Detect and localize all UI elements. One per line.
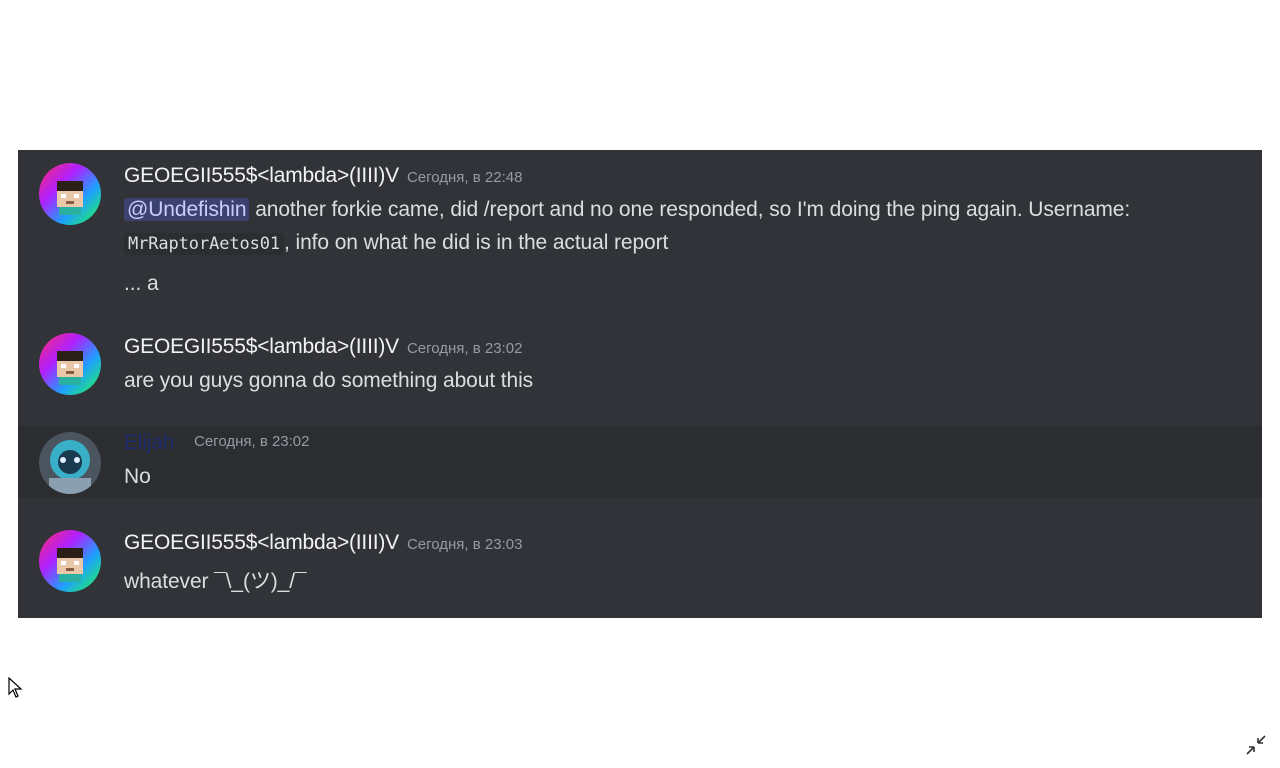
avatar[interactable] — [39, 432, 101, 494]
message-group[interactable]: GEOEGII555$<lambda>(IIII)V Сегодня, в 22:… — [18, 150, 1262, 310]
message-group[interactable]: GEOEGII555$<lambda>(IIII)V Сегодня, в 23:… — [18, 518, 1262, 618]
message-text: No — [124, 465, 151, 488]
timestamp[interactable]: Сегодня, в 22:48 — [407, 169, 523, 186]
author-name[interactable]: Elijah — [124, 431, 174, 454]
message-group[interactable]: GEOEGII555$<lambda>(IIII)V Сегодня, в 23:… — [18, 322, 1262, 422]
chat-message-list: GEOEGII555$<lambda>(IIII)V Сегодня, в 22:… — [18, 150, 1262, 618]
message-text: another forkie came, did /report and no … — [249, 198, 1131, 221]
author-name[interactable]: GEOEGII555$<lambda>(IIII)V — [124, 164, 399, 187]
exit-fullscreen-icon[interactable] — [1244, 733, 1268, 762]
message-text-extra: ... a — [124, 272, 159, 295]
timestamp[interactable]: Сегодня, в 23:02 — [194, 433, 310, 450]
inline-code: MrRaptorAetos01 — [124, 233, 285, 255]
message-text: whatever ¯\_(ツ)_/¯ — [124, 570, 307, 593]
timestamp[interactable]: Сегодня, в 23:02 — [407, 340, 523, 357]
message-text: are you guys gonna do something about th… — [124, 369, 534, 392]
author-header: Elijah — [124, 431, 174, 455]
mouse-pointer-icon — [8, 676, 24, 704]
message-group[interactable]: Сегодня, в 23:02 Elijah No — [18, 426, 1262, 498]
message-header: GEOEGII555$<lambda>(IIII)V Сегодня, в 23:… — [124, 531, 522, 555]
avatar[interactable] — [39, 530, 101, 592]
avatar[interactable] — [39, 163, 101, 225]
author-name[interactable]: GEOEGII555$<lambda>(IIII)V — [124, 531, 399, 554]
message-content-line-2: MrRaptorAetos01, info on what he did is … — [124, 231, 668, 255]
message-header: GEOEGII555$<lambda>(IIII)V Сегодня, в 23:… — [124, 335, 522, 359]
user-mention[interactable]: @Undefishin — [124, 198, 250, 221]
timestamp[interactable]: Сегодня, в 23:03 — [407, 536, 523, 553]
message-header: GEOEGII555$<lambda>(IIII)V Сегодня, в 22:… — [124, 164, 522, 188]
message-text: , info on what he did is in the actual r… — [284, 231, 669, 254]
message-content: @Undefishin another forkie came, did /re… — [124, 198, 1130, 222]
message-header: Сегодня, в 23:02 — [194, 433, 310, 451]
author-name[interactable]: GEOEGII555$<lambda>(IIII)V — [124, 335, 399, 358]
avatar[interactable] — [39, 333, 101, 395]
